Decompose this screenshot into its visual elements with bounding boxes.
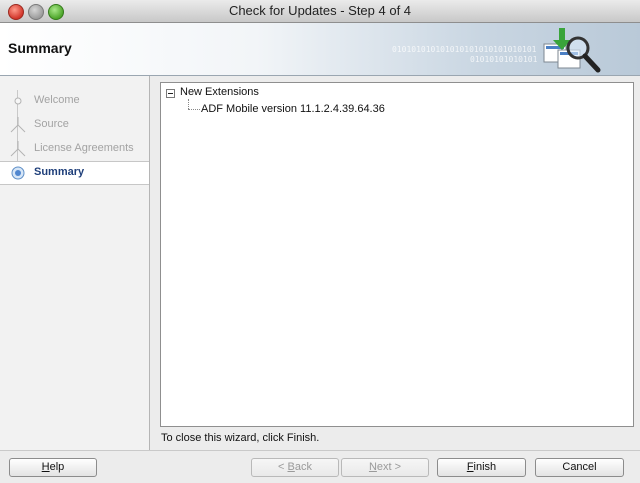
collapse-node-icon[interactable] bbox=[166, 89, 175, 98]
step-source[interactable]: Source bbox=[0, 114, 149, 136]
title-bar[interactable]: Check for Updates - Step 4 of 4 bbox=[0, 0, 640, 23]
step-label: Source bbox=[34, 118, 69, 130]
back-mnemonic: B bbox=[287, 461, 295, 473]
finish-button[interactable]: Finish bbox=[437, 458, 526, 477]
step-current-icon bbox=[11, 166, 25, 180]
tree-node-new-extensions[interactable]: New Extensions bbox=[180, 86, 259, 98]
step-completed-icon bbox=[10, 117, 26, 133]
cancel-label: Cancel bbox=[562, 461, 597, 473]
step-summary[interactable]: Summary bbox=[0, 161, 149, 185]
step-label: Summary bbox=[34, 166, 85, 178]
step-completed-icon bbox=[14, 97, 22, 105]
page-title: Summary bbox=[8, 40, 72, 56]
next-label: ext > bbox=[376, 461, 402, 473]
tree-node-extension[interactable]: ADF Mobile version 11.1.2.4.39.64.36 bbox=[201, 103, 385, 115]
next-mnemonic: N bbox=[368, 461, 377, 473]
step-label: Welcome bbox=[34, 94, 80, 106]
check-for-updates-window: Check for Updates - Step 4 of 4 Summary … bbox=[0, 0, 640, 483]
tree-connector-line bbox=[188, 109, 200, 110]
help-button[interactable]: Help bbox=[9, 458, 97, 477]
finish-mnemonic: F bbox=[466, 461, 474, 473]
header-binary-decoration: 010101010101010101010101010101 bbox=[392, 45, 537, 54]
window-title: Check for Updates - Step 4 of 4 bbox=[228, 3, 412, 18]
step-license-agreements[interactable]: License Agreements bbox=[0, 138, 149, 160]
back-prefix: < bbox=[278, 461, 288, 473]
back-label: ack bbox=[294, 461, 312, 473]
step-label: License Agreements bbox=[34, 142, 134, 154]
cancel-button[interactable]: Cancel bbox=[535, 458, 624, 477]
next-button[interactable]: Next > bbox=[341, 458, 429, 477]
instruction-text: To close this wizard, click Finish. bbox=[161, 432, 320, 444]
tree-connector-line bbox=[188, 99, 189, 109]
help-mnemonic: H bbox=[41, 461, 50, 473]
finish-label: inish bbox=[473, 461, 497, 473]
step-welcome[interactable]: Welcome bbox=[0, 90, 149, 112]
step-completed-icon bbox=[10, 141, 26, 157]
update-download-icon bbox=[543, 28, 601, 73]
wizard-steps-panel: Welcome Source License Agreements Summar… bbox=[0, 76, 150, 450]
button-bar: Help < Back Next > Finish Cancel bbox=[0, 450, 640, 483]
back-button[interactable]: < Back bbox=[251, 458, 339, 477]
summary-tree-panel[interactable]: New Extensions ADF Mobile version 11.1.2… bbox=[160, 82, 634, 427]
wizard-header: Summary 010101010101010101010101010101 0… bbox=[0, 23, 640, 76]
help-label: elp bbox=[49, 461, 65, 473]
header-binary-decoration-2: 01010101010101 bbox=[470, 55, 538, 64]
